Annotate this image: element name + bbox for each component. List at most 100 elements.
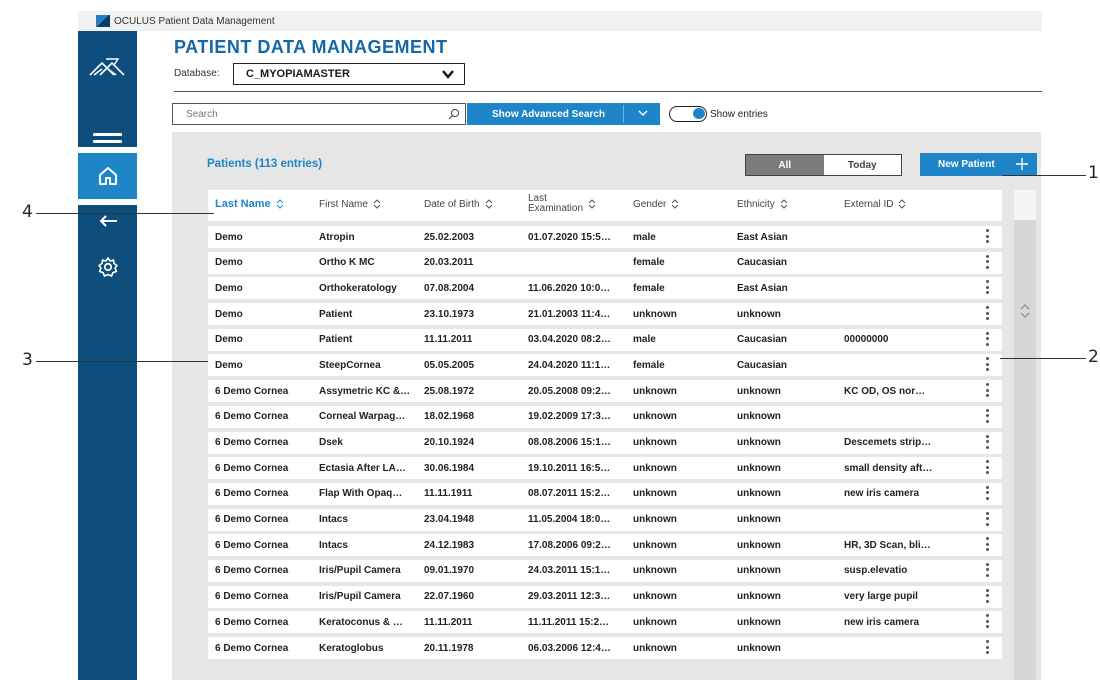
table-row[interactable]: 6 Demo Cornea Intacs 24.12.1983 17.08.2006 …: [208, 534, 1002, 557]
search-input[interactable]: Search: [172, 103, 466, 125]
cell-last: Demo: [215, 308, 243, 320]
cell-gender: male: [633, 231, 656, 243]
chevron-down-icon: [442, 70, 454, 79]
table-row[interactable]: 6 Demo Cornea Assymetric KC &… 25.08.1972 2…: [208, 380, 1002, 403]
column-header-last-name[interactable]: Last Name: [215, 190, 284, 218]
table-row[interactable]: 6 Demo Cornea Ectasia After LA… 30.06.1984…: [208, 457, 1002, 480]
table-scrollbar[interactable]: [1014, 190, 1036, 680]
more-vertical-icon[interactable]: [986, 434, 990, 451]
cell-gender: female: [633, 359, 665, 371]
table-row[interactable]: Demo Patient 23.10.1973 21.01.2003 11:4… unk…: [208, 303, 1002, 326]
sort-icon: [780, 199, 788, 209]
more-vertical-icon[interactable]: [986, 280, 990, 296]
advanced-search-label: Show Advanced Search: [492, 108, 605, 120]
new-patient-button[interactable]: New Patient: [920, 153, 1037, 176]
table-row[interactable]: Demo Atropin 25.02.2003 01.07.2020 15:5… mal…: [208, 226, 1002, 248]
cell-last: Demo: [215, 282, 243, 294]
cell-last: 6 Demo Cornea: [215, 437, 289, 448]
more-vertical-icon[interactable]: [986, 408, 990, 425]
table-row[interactable]: 6 Demo Cornea Intacs 23.04.1948 11.05.2004 …: [208, 508, 1002, 531]
toggle-knob: [693, 108, 705, 119]
cell-dob: 30.06.1984: [424, 462, 475, 474]
column-label-two-line: Last Examination: [528, 194, 583, 214]
main-content: PATIENT DATA MANAGEMENT Database: C_MYOP…: [137, 31, 1042, 680]
button-separator: [623, 105, 624, 123]
column-header-external-id[interactable]: External ID: [844, 190, 906, 218]
show-advanced-search-button[interactable]: Show Advanced Search: [467, 103, 660, 125]
table-row[interactable]: Demo Orthokeratology 07.08.2004 11.06.2020 …: [208, 277, 1002, 300]
callout-line-3: [36, 361, 208, 362]
more-vertical-icon[interactable]: [986, 229, 990, 245]
cell-first: Keratoconus & …: [319, 616, 403, 628]
table-row[interactable]: 6 Demo Cornea Iris/Pupil Camera 09.01.1970…: [208, 559, 1002, 582]
cell-ethnicity: unknown: [737, 565, 781, 577]
table-row[interactable]: Demo Ortho K MC 20.03.2011 female Caucasian: [208, 251, 1002, 274]
sort-icon: [672, 199, 679, 209]
sidebar-item-home[interactable]: [78, 153, 137, 199]
filter-today-button[interactable]: Today: [823, 155, 901, 175]
table-row[interactable]: Demo SteepCornea 05.05.2005 24.04.2020 11:1…: [208, 354, 1002, 377]
gear-icon[interactable]: [97, 256, 119, 278]
cell-first: Assymetric KC &…: [319, 385, 411, 397]
more-vertical-icon[interactable]: [986, 306, 990, 322]
filter-all-button[interactable]: All: [746, 155, 824, 175]
column-header-ethnicity[interactable]: Ethnicity: [737, 190, 788, 218]
scroll-arrows-icon[interactable]: [1019, 303, 1031, 319]
cell-exam: 06.03.2006 12:4…: [528, 642, 611, 654]
cell-ethnicity: unknown: [737, 462, 781, 474]
more-vertical-icon[interactable]: [986, 562, 990, 579]
cell-last: Demo: [215, 257, 243, 269]
cell-first: Atropin: [319, 231, 355, 243]
more-vertical-icon[interactable]: [986, 511, 990, 528]
column-header-date-of-birth[interactable]: Date of Birth: [424, 190, 493, 218]
plus-icon: [1016, 158, 1028, 170]
cell-ethnicity: East Asian: [737, 231, 788, 243]
column-header-first-name[interactable]: First Name: [319, 190, 381, 218]
cell-gender: unknown: [633, 385, 677, 397]
more-vertical-icon[interactable]: [986, 383, 990, 399]
cell-dob: 05.05.2005: [424, 359, 475, 371]
more-vertical-icon[interactable]: [986, 460, 990, 476]
more-vertical-icon[interactable]: [986, 640, 990, 656]
database-label: Database:: [174, 68, 220, 79]
more-vertical-icon[interactable]: [986, 537, 990, 553]
cell-gender: unknown: [633, 488, 677, 500]
cell-exam: 24.03.2011 15:1…: [528, 565, 611, 577]
table-row[interactable]: 6 Demo Cornea Keratoconus & … 11.11.2011 11…: [208, 611, 1002, 634]
column-label: Examination: [528, 203, 584, 214]
more-vertical-icon[interactable]: [986, 588, 990, 605]
back-icon[interactable]: [97, 213, 119, 229]
cell-dob: 22.07.1960: [424, 591, 475, 603]
cell-ethnicity: unknown: [737, 539, 781, 551]
cell-gender: unknown: [633, 437, 677, 448]
table-row[interactable]: 6 Demo Cornea Corneal Warpag… 18.02.1968 19…: [208, 405, 1002, 428]
cell-gender: male: [633, 334, 656, 346]
callout-number-4: 4: [22, 202, 33, 222]
more-vertical-icon[interactable]: [986, 614, 990, 630]
column-header-last-examination[interactable]: Last Examination: [528, 190, 596, 218]
scrollbar-thumb[interactable]: [1014, 190, 1036, 220]
database-select[interactable]: C_MYOPIAMASTER: [233, 63, 465, 85]
more-vertical-icon[interactable]: [986, 485, 990, 502]
column-label: First Name: [319, 198, 368, 210]
more-vertical-icon[interactable]: [986, 254, 990, 271]
cell-gender: unknown: [633, 591, 677, 603]
table-row[interactable]: 6 Demo Cornea Dsek 20.10.1924 08.08.2006 15…: [208, 431, 1002, 454]
cell-dob: 18.02.1968: [424, 411, 475, 423]
cell-ethnicity: East Asian: [737, 282, 788, 294]
cell-ethnicity: Caucasian: [737, 257, 788, 269]
more-vertical-icon[interactable]: [986, 331, 990, 348]
patient-table-body: Demo Atropin 25.02.2003 01.07.2020 15:5… mal…: [208, 226, 1002, 663]
cell-ext: Descemets strip…: [844, 437, 932, 448]
column-header-gender[interactable]: Gender: [633, 190, 679, 218]
table-row[interactable]: 6 Demo Cornea Flap With Opaq… 11.11.1911 08…: [208, 482, 1002, 505]
cell-ext: new iris camera: [844, 616, 920, 628]
show-entries-toggle[interactable]: [669, 106, 707, 122]
table-row[interactable]: Demo Patient 11.11.2011 03.04.2020 08:2… mal…: [208, 328, 1002, 351]
cell-exam: 11.05.2004 18:0…: [528, 514, 611, 526]
cell-last: 6 Demo Cornea: [215, 462, 289, 474]
table-row[interactable]: 6 Demo Cornea Keratoglobus 20.11.1978 06.03…: [208, 637, 1002, 659]
cell-ethnicity: unknown: [737, 514, 781, 526]
more-vertical-icon[interactable]: [986, 357, 990, 373]
table-row[interactable]: 6 Demo Cornea Iris/Pupil Camera 22.07.1960…: [208, 585, 1002, 608]
